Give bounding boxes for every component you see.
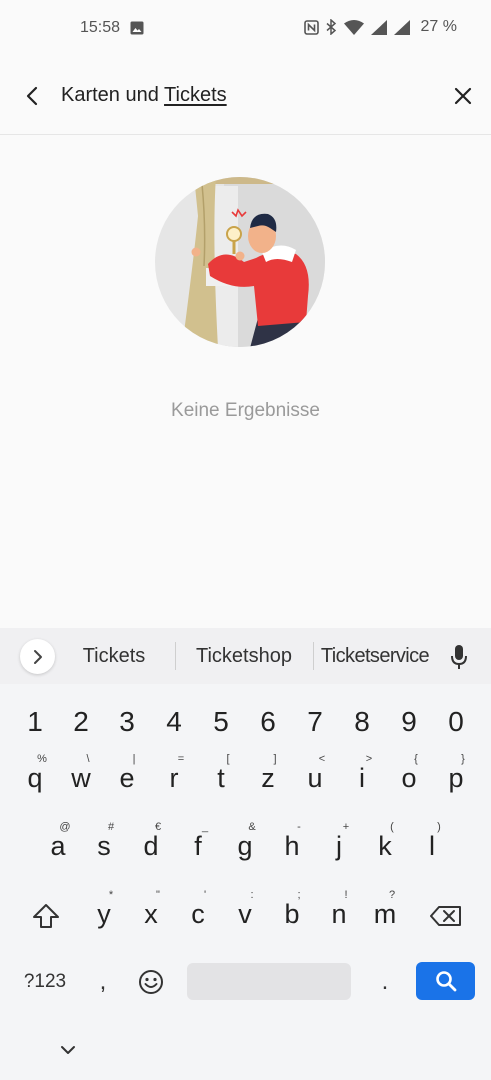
bluetooth-icon bbox=[326, 19, 336, 35]
shift-key[interactable] bbox=[24, 896, 68, 936]
suggestion-item[interactable]: Ticketshop bbox=[182, 645, 306, 668]
backspace-key[interactable] bbox=[424, 896, 468, 936]
key-g[interactable]: & g bbox=[222, 820, 268, 874]
symbols-key[interactable]: ?123 bbox=[14, 964, 76, 1000]
key-w[interactable]: \ w bbox=[58, 752, 104, 806]
key-u[interactable]: < u bbox=[292, 752, 338, 806]
key-2[interactable]: 2 bbox=[58, 694, 104, 748]
key-0[interactable]: 0 bbox=[433, 694, 479, 748]
key-3[interactable]: 3 bbox=[104, 694, 150, 748]
key-8[interactable]: 8 bbox=[339, 694, 385, 748]
key-a[interactable]: @ a bbox=[35, 820, 81, 874]
key-e[interactable]: | e bbox=[104, 752, 150, 806]
period-key[interactable]: . bbox=[370, 964, 400, 1000]
key-4[interactable]: 4 bbox=[151, 694, 197, 748]
space-key[interactable] bbox=[187, 963, 351, 1000]
key-v[interactable]: :v bbox=[222, 888, 268, 942]
search-query-highlight: Tickets bbox=[164, 84, 227, 106]
key-p[interactable]: } p bbox=[433, 752, 479, 806]
key-z[interactable]: ] z bbox=[245, 752, 291, 806]
status-bar: 15:58 27 % bbox=[0, 0, 491, 56]
hide-keyboard-button[interactable] bbox=[54, 1036, 82, 1064]
search-toolbar: Karten und Tickets bbox=[0, 56, 491, 135]
search-query-prefix: Karten und bbox=[61, 84, 165, 106]
emoji-icon bbox=[139, 970, 163, 994]
signal-icon bbox=[393, 19, 410, 35]
suggestion-strip: Tickets Ticketshop Ticketservice bbox=[0, 628, 491, 684]
key-f[interactable]: _ f bbox=[175, 820, 221, 874]
search-icon bbox=[435, 971, 456, 992]
suggestion-item[interactable]: Tickets bbox=[66, 645, 162, 668]
key-c[interactable]: ' c bbox=[175, 888, 221, 942]
voice-input-button[interactable] bbox=[447, 642, 471, 672]
microphone-icon bbox=[451, 645, 467, 669]
empty-state-message: Keine Ergebnisse bbox=[171, 400, 320, 421]
clear-search-button[interactable] bbox=[447, 80, 479, 112]
virtual-keyboard: 1 2 3 4 5 6 7 8 9 0 % q \ w | e = r [t ] z < u… bbox=[0, 684, 491, 1080]
key-n[interactable]: ! n bbox=[316, 888, 362, 942]
gallery-icon bbox=[130, 21, 144, 35]
key-s[interactable]: # s bbox=[81, 820, 127, 874]
suggestion-item[interactable]: Ticketservice bbox=[318, 645, 432, 668]
status-time: 15:58 bbox=[80, 19, 121, 36]
chevron-down-icon bbox=[61, 1046, 75, 1054]
key-h[interactable]: -h bbox=[269, 820, 315, 874]
key-5[interactable]: 5 bbox=[198, 694, 244, 748]
chevron-left-icon bbox=[26, 86, 38, 106]
no-results-illustration bbox=[155, 177, 325, 347]
key-1[interactable]: 1 bbox=[12, 694, 58, 748]
suggestion-divider bbox=[175, 642, 176, 670]
key-y[interactable]: * y bbox=[81, 888, 127, 942]
expand-suggestions-button[interactable] bbox=[20, 639, 55, 674]
close-icon bbox=[454, 87, 472, 105]
key-x[interactable]: " x bbox=[128, 888, 174, 942]
key-k[interactable]: (k bbox=[362, 820, 408, 874]
search-key[interactable] bbox=[416, 962, 475, 1000]
back-button[interactable] bbox=[16, 80, 48, 112]
signal-icon bbox=[370, 19, 387, 35]
backspace-icon bbox=[430, 906, 461, 926]
nfc-icon bbox=[303, 19, 319, 35]
wifi-icon bbox=[343, 19, 364, 35]
chevron-right-icon bbox=[33, 649, 42, 664]
emoji-key[interactable] bbox=[134, 964, 168, 1000]
battery-percent: 27 % bbox=[420, 18, 457, 35]
suggestion-divider bbox=[313, 642, 314, 670]
key-t[interactable]: [t bbox=[198, 752, 244, 806]
key-6[interactable]: 6 bbox=[245, 694, 291, 748]
comma-key[interactable]: , bbox=[88, 964, 118, 1000]
key-d[interactable]: € d bbox=[128, 820, 174, 874]
key-o[interactable]: {o bbox=[386, 752, 432, 806]
key-7[interactable]: 7 bbox=[292, 694, 338, 748]
key-9[interactable]: 9 bbox=[386, 694, 432, 748]
search-query-input[interactable]: Karten und Tickets bbox=[61, 84, 227, 107]
key-m[interactable]: ? m bbox=[362, 888, 408, 942]
status-icons: 27 % bbox=[303, 18, 457, 36]
key-l[interactable]: ) l bbox=[409, 820, 455, 874]
key-i[interactable]: > i bbox=[339, 752, 385, 806]
key-b[interactable]: ; b bbox=[269, 888, 315, 942]
key-r[interactable]: = r bbox=[151, 752, 197, 806]
shift-icon bbox=[33, 904, 59, 928]
key-q[interactable]: % q bbox=[12, 752, 58, 806]
key-j[interactable]: + j bbox=[316, 820, 362, 874]
